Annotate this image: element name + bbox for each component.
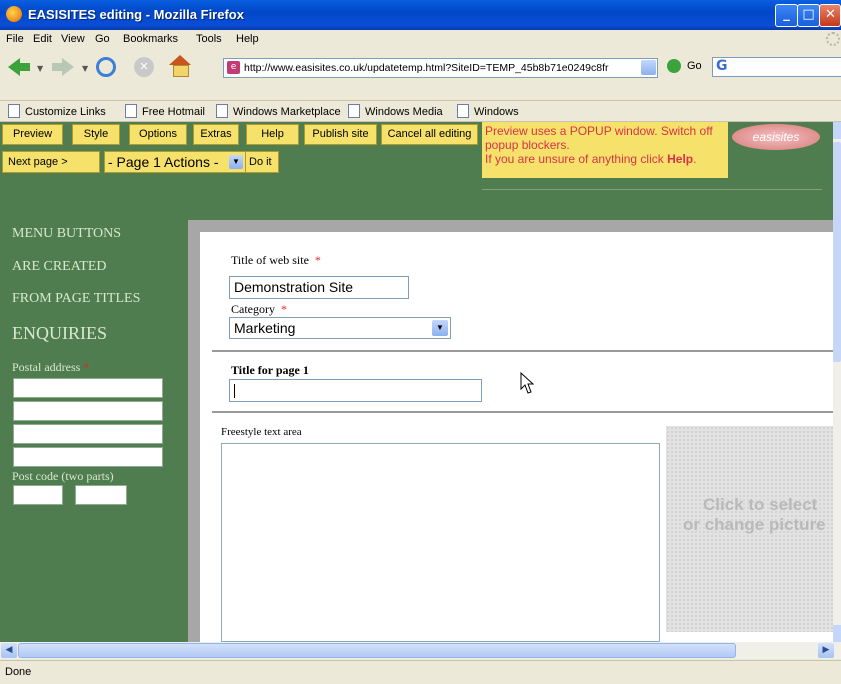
scroll-down-icon[interactable] xyxy=(833,625,841,642)
category-label: Category * xyxy=(231,302,287,316)
freestyle-label: Freestyle text area xyxy=(221,426,302,438)
sidebar-from-titles: FROM PAGE TITLES xyxy=(12,291,141,306)
postal-address-line1[interactable] xyxy=(13,378,163,398)
chevron-down-icon: ▼ xyxy=(229,155,243,169)
menu-bar: File Edit View Go Bookmarks Tools Help xyxy=(0,30,841,50)
mouse-pointer-icon xyxy=(520,372,535,394)
postcode-part1[interactable] xyxy=(13,485,63,505)
scroll-right-icon[interactable]: ▶ xyxy=(818,643,834,658)
menu-go[interactable]: Go xyxy=(95,33,110,45)
page-icon xyxy=(457,104,469,118)
postal-address-line3[interactable] xyxy=(13,424,163,444)
window-title-bar: EASISITES editing - Mozilla Firefox _ □ … xyxy=(0,0,841,30)
forward-dropdown-icon[interactable]: ▼ xyxy=(82,64,88,73)
link-hotmail[interactable]: Free Hotmail xyxy=(125,104,205,118)
vertical-scrollbar[interactable] xyxy=(833,122,841,642)
sidebar-are-created: ARE CREATED xyxy=(12,259,107,274)
back-button[interactable] xyxy=(8,55,38,79)
page-title-label: Title for page 1 xyxy=(231,363,309,377)
chevron-down-icon: ▼ xyxy=(432,320,448,336)
section-divider xyxy=(212,350,833,352)
preview-button[interactable]: Preview xyxy=(2,124,63,145)
window-title: EASISITES editing - Mozilla Firefox xyxy=(28,7,244,22)
scroll-thumb[interactable] xyxy=(18,643,736,658)
help-link[interactable]: Help xyxy=(667,152,693,166)
url-text: http://www.easisites.co.uk/updatetemp.ht… xyxy=(244,62,609,74)
style-button[interactable]: Style xyxy=(72,124,120,145)
url-dropdown-icon[interactable] xyxy=(641,60,656,75)
link-marketplace[interactable]: Windows Marketplace xyxy=(216,104,341,118)
sidebar-menu-buttons: MENU BUTTONS xyxy=(12,226,122,241)
do-it-button[interactable]: Do it xyxy=(245,151,279,173)
stop-icon[interactable]: ✕ xyxy=(134,57,154,77)
picture-placeholder[interactable]: Click to select or change picture xyxy=(666,426,833,632)
scroll-up-icon[interactable] xyxy=(833,122,841,139)
menu-file[interactable]: File xyxy=(6,33,24,45)
postcode-label: Post code (two parts) xyxy=(12,469,114,483)
divider xyxy=(482,189,822,190)
site-title-label: Title of web site * xyxy=(231,253,321,267)
menu-edit[interactable]: Edit xyxy=(33,33,52,45)
page-icon xyxy=(125,104,137,118)
picture-text-line2: or change picture xyxy=(683,515,826,534)
close-button[interactable]: ✕ xyxy=(819,4,841,27)
content-panel: Title of web site * Demonstration Site C… xyxy=(200,232,833,642)
postcode-part2[interactable] xyxy=(75,485,127,505)
popup-notice: Preview uses a POPUP window. Switch off … xyxy=(482,122,728,178)
options-button[interactable]: Options xyxy=(129,124,187,145)
picture-text-line1: Click to select xyxy=(703,495,818,514)
postal-address-line2[interactable] xyxy=(13,401,163,421)
scroll-thumb[interactable] xyxy=(833,142,841,362)
reload-icon[interactable] xyxy=(96,57,116,77)
link-customize[interactable]: Customize Links xyxy=(8,104,106,118)
firefox-icon xyxy=(6,6,22,22)
category-select[interactable]: Marketing ▼ xyxy=(229,317,451,339)
site-favicon: e xyxy=(227,61,240,74)
publish-site-button[interactable]: Publish site xyxy=(304,124,377,145)
page-title-input[interactable] xyxy=(229,379,482,402)
menu-help[interactable]: Help xyxy=(236,33,259,45)
maximize-button[interactable]: □ xyxy=(797,4,820,27)
page-icon xyxy=(216,104,228,118)
throbber-icon xyxy=(826,32,840,46)
url-bar[interactable]: e http://www.easisites.co.uk/updatetemp.… xyxy=(223,58,658,78)
cancel-editing-button[interactable]: Cancel all editing xyxy=(381,124,478,145)
page-icon xyxy=(348,104,360,118)
menu-bookmarks[interactable]: Bookmarks xyxy=(123,33,178,45)
forward-button[interactable] xyxy=(52,55,80,79)
minimize-button[interactable]: _ xyxy=(775,4,798,27)
back-dropdown-icon[interactable]: ▼ xyxy=(37,64,43,73)
text-cursor xyxy=(234,384,235,398)
home-icon[interactable] xyxy=(169,55,191,65)
postal-address-label: Postal address * xyxy=(12,360,90,374)
section-divider xyxy=(212,411,833,413)
help-notice: If you are unsure of anything click Help… xyxy=(485,152,697,166)
extras-button[interactable]: Extras xyxy=(193,124,239,145)
help-button[interactable]: Help xyxy=(246,124,299,145)
easisites-logo: easisites xyxy=(732,124,820,150)
horizontal-scrollbar[interactable]: ◀ ▶ xyxy=(0,642,841,659)
link-media[interactable]: Windows Media xyxy=(348,104,443,118)
go-button[interactable]: Go xyxy=(687,60,702,72)
status-bar: Done xyxy=(0,660,841,684)
status-text: Done xyxy=(5,666,32,678)
link-windows[interactable]: Windows xyxy=(457,104,519,118)
site-title-input[interactable]: Demonstration Site xyxy=(229,276,409,299)
google-icon: G xyxy=(716,58,728,74)
menu-view[interactable]: View xyxy=(61,33,85,45)
page-actions-select[interactable]: - Page 1 Actions - ▼ xyxy=(104,151,246,173)
popup-notice-text: Preview uses a POPUP window. Switch off … xyxy=(485,124,713,152)
search-input[interactable]: G xyxy=(712,57,841,77)
navigation-toolbar: ▼ ▼ ✕ e http://www.easisites.co.uk/updat… xyxy=(0,50,841,101)
menu-tools[interactable]: Tools xyxy=(196,33,222,45)
page-icon xyxy=(8,104,20,118)
next-page-button[interactable]: Next page > xyxy=(2,151,100,173)
go-icon[interactable] xyxy=(667,59,681,73)
postal-address-line4[interactable] xyxy=(13,447,163,467)
bookmarks-toolbar: Customize Links Free Hotmail Windows Mar… xyxy=(0,101,841,122)
scroll-left-icon[interactable]: ◀ xyxy=(1,643,17,658)
freestyle-textarea[interactable] xyxy=(221,443,660,642)
sidebar-enquiries[interactable]: ENQUIRIES xyxy=(12,323,107,344)
